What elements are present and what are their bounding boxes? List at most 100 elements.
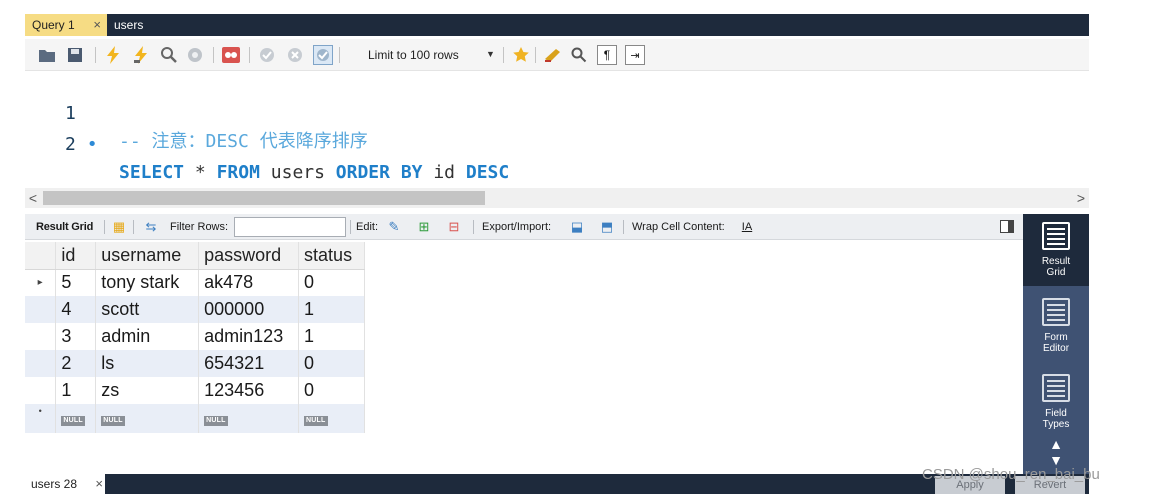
tab-users[interactable]: users [107,14,167,36]
new-row[interactable]: • NULL NULL NULL NULL [25,404,365,433]
toolbar-separator [503,47,504,63]
explain-icon[interactable] [159,45,179,65]
scroll-right-arrow[interactable]: > [1073,188,1089,208]
scroll-left-arrow[interactable]: < [25,188,41,208]
table-row[interactable]: ▸ 5 tony stark ak478 0 [25,269,365,296]
current-row-marker[interactable]: ▸ [25,269,57,296]
sql-statement: SELECT * FROM users ORDER BY id DESC [119,159,509,187]
null-badge: NULL [204,416,228,426]
column-header-password[interactable]: password [198,242,300,270]
chevron-down-icon[interactable]: ▼ [486,49,495,59]
form-editor-view-button[interactable]: Form Editor [1023,290,1089,362]
column-header-username[interactable]: username [95,242,200,270]
cell-id[interactable]: 3 [55,323,97,350]
edit-row-icon[interactable]: ✎ [386,219,402,235]
cell-password[interactable]: ak478 [198,269,300,296]
side-label: Types [1042,419,1070,430]
null-badge: NULL [61,416,85,426]
row-selector-header [25,242,57,270]
toggle-side-panel-icon[interactable] [1000,220,1014,233]
cell-status[interactable]: 1 [298,323,365,350]
cell-id[interactable]: 1 [55,377,97,404]
beautify-icon[interactable] [543,45,563,65]
null-cell[interactable]: NULL [95,404,200,433]
cell-id[interactable]: 2 [55,350,97,377]
toolbar-separator [95,47,96,63]
grid-layout-icon[interactable]: ▦ [111,219,127,235]
filter-rows-label: Filter Rows: [170,221,229,233]
field-types-view-button[interactable]: Field Types [1023,366,1089,438]
limit-rows-select[interactable]: Limit to 100 rows [364,44,498,66]
cell-id[interactable]: 5 [55,269,97,296]
editor-tab-strip: Query 1 × users [25,14,1089,36]
row-selector[interactable] [25,377,57,404]
editor-horizontal-scrollbar[interactable]: < > [25,188,1089,208]
null-cell[interactable]: NULL [298,404,365,433]
cell-status[interactable]: 0 [298,377,365,404]
null-cell[interactable]: NULL [55,404,97,433]
row-selector[interactable] [25,323,57,350]
wrap-icon[interactable]: ⇥ [625,45,645,65]
tab-query-1[interactable]: Query 1 × [25,14,107,36]
cell-username[interactable]: ls [95,350,200,377]
close-icon[interactable]: × [93,14,101,36]
row-selector[interactable] [25,350,57,377]
close-icon[interactable]: × [95,474,103,494]
row-selector[interactable] [25,296,57,323]
side-label: Form [1044,332,1068,343]
cell-password[interactable]: admin123 [198,323,300,350]
cell-username[interactable]: zs [95,377,200,404]
limit-rows-label: Limit to 100 rows [368,48,459,62]
wrap-cell-icon[interactable]: IA [739,219,755,235]
table-row[interactable]: 2 ls 654321 0 [25,350,365,377]
bookmark-icon[interactable] [511,45,531,65]
chevron-up-icon[interactable]: ▲ [1047,436,1065,452]
cell-username[interactable]: scott [95,296,200,323]
autocommit-icon[interactable] [313,45,333,65]
insert-row-icon[interactable]: ⊞ [416,219,432,235]
execute-current-icon[interactable] [131,45,151,65]
toolbar-separator [473,220,474,234]
cell-status[interactable]: 0 [298,269,365,296]
cell-password[interactable]: 123456 [198,377,300,404]
save-icon[interactable] [65,45,85,65]
tab-query-1-label: Query 1 [32,18,75,32]
table-row[interactable]: 1 zs 123456 0 [25,377,365,404]
cell-id[interactable]: 4 [55,296,97,323]
cell-username[interactable]: tony stark [95,269,200,296]
column-header-status[interactable]: status [298,242,365,270]
delete-row-icon[interactable]: ⊟ [446,219,462,235]
new-row-marker[interactable]: • [25,404,57,433]
sql-identifier: id [433,162,456,183]
cell-status[interactable]: 1 [298,296,365,323]
table-row[interactable]: 4 scott 000000 1 [25,296,365,323]
scrollbar-thumb[interactable] [43,191,485,205]
sql-keyword: FROM [216,162,260,183]
import-icon[interactable]: ⬒ [599,219,615,235]
invisible-chars-icon[interactable]: ¶ [597,45,617,65]
toolbar-separator [249,47,250,63]
filter-icon: ⇆ [145,219,157,234]
toggle-error-icon[interactable] [221,45,241,65]
open-folder-icon[interactable] [37,45,57,65]
cell-password[interactable]: 000000 [198,296,300,323]
find-icon[interactable] [569,45,589,65]
sql-editor[interactable]: 1 -- 注意：DESC 代表降序排序 2 • SELECT * FROM us… [25,72,1089,188]
result-grid-view-button[interactable]: Result Grid [1023,214,1089,286]
cell-status[interactable]: 0 [298,350,365,377]
commit-icon[interactable] [257,45,277,65]
null-cell[interactable]: NULL [198,404,300,433]
column-header-id[interactable]: id [55,242,97,270]
table-row[interactable]: 3 admin admin123 1 [25,323,365,350]
sql-keyword: SELECT [119,162,185,183]
side-label: Editor [1042,343,1070,354]
filter-rows-input[interactable] [234,217,346,237]
execute-icon[interactable] [103,45,123,65]
side-label: Result [1041,256,1071,267]
rollback-icon[interactable] [285,45,305,65]
export-icon[interactable]: ⬓ [569,219,585,235]
cell-password[interactable]: 654321 [198,350,300,377]
stop-icon[interactable] [185,45,205,65]
cell-username[interactable]: admin [95,323,200,350]
tab-users-result[interactable]: users 28 × [25,474,105,494]
